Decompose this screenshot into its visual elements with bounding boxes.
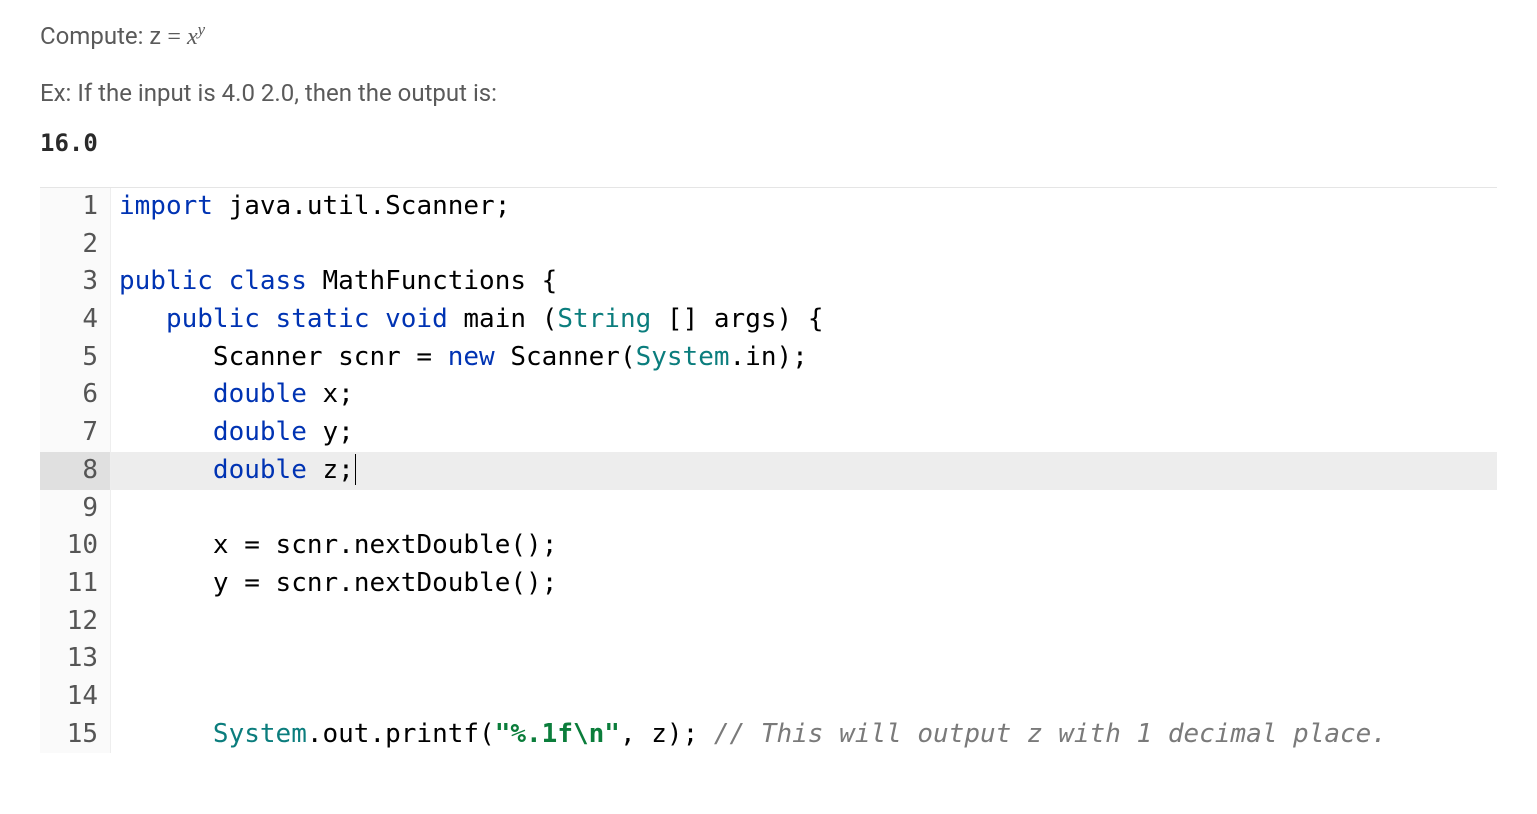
example-label: Ex: If the input is 4.0 2.0, then the ou… — [40, 79, 1497, 107]
code-line[interactable]: 5 Scanner scnr = new Scanner(System.in); — [40, 339, 1497, 377]
code-line[interactable]: 4 public static void main (String [] arg… — [40, 301, 1497, 339]
equation: z = xy — [149, 24, 205, 50]
code-line[interactable]: 6 double x; — [40, 376, 1497, 414]
problem-statement: Compute: z = xy — [40, 20, 1497, 51]
code-line[interactable]: 13 — [40, 640, 1497, 678]
code-line[interactable]: 7 double y; — [40, 414, 1497, 452]
line-number: 15 — [40, 716, 110, 754]
code-line[interactable]: 10 x = scnr.nextDouble(); — [40, 527, 1497, 565]
problem-prefix: Compute: — [40, 22, 149, 50]
example-output: 16.0 — [40, 129, 1497, 157]
code-content[interactable] — [110, 490, 1497, 528]
code-line[interactable]: 14 — [40, 678, 1497, 716]
code-content[interactable]: x = scnr.nextDouble(); — [110, 527, 1497, 565]
code-content[interactable] — [110, 603, 1497, 641]
line-number: 13 — [40, 640, 110, 678]
line-number: 4 — [40, 301, 110, 339]
line-number: 6 — [40, 376, 110, 414]
code-content[interactable] — [110, 678, 1497, 716]
text-cursor — [355, 454, 356, 485]
line-number: 14 — [40, 678, 110, 716]
line-number: 10 — [40, 527, 110, 565]
line-number: 11 — [40, 565, 110, 603]
code-line[interactable]: 15 System.out.printf("%.1f\n", z); // Th… — [40, 716, 1497, 754]
code-line[interactable]: 3public class MathFunctions { — [40, 263, 1497, 301]
code-content[interactable] — [110, 226, 1497, 264]
code-content[interactable]: public static void main (String [] args)… — [110, 301, 1497, 339]
line-number: 9 — [40, 490, 110, 528]
code-line[interactable]: 9 — [40, 490, 1497, 528]
line-number: 12 — [40, 603, 110, 641]
line-number: 1 — [40, 188, 110, 226]
line-number: 5 — [40, 339, 110, 377]
code-content[interactable] — [110, 640, 1497, 678]
code-content[interactable]: double z; — [110, 452, 1497, 490]
code-line[interactable]: 1import java.util.Scanner; — [40, 188, 1497, 226]
code-content[interactable]: double x; — [110, 376, 1497, 414]
line-number: 2 — [40, 226, 110, 264]
line-number: 8 — [40, 452, 110, 490]
code-line[interactable]: 8 double z; — [40, 452, 1497, 490]
code-content[interactable]: double y; — [110, 414, 1497, 452]
code-content[interactable]: import java.util.Scanner; — [110, 188, 1497, 226]
code-editor[interactable]: 1import java.util.Scanner;23public class… — [40, 187, 1497, 753]
code-content[interactable]: y = scnr.nextDouble(); — [110, 565, 1497, 603]
line-number: 3 — [40, 263, 110, 301]
code-content[interactable]: public class MathFunctions { — [110, 263, 1497, 301]
code-content[interactable]: System.out.printf("%.1f\n", z); // This … — [110, 716, 1497, 754]
code-line[interactable]: 2 — [40, 226, 1497, 264]
code-line[interactable]: 11 y = scnr.nextDouble(); — [40, 565, 1497, 603]
code-content[interactable]: Scanner scnr = new Scanner(System.in); — [110, 339, 1497, 377]
code-line[interactable]: 12 — [40, 603, 1497, 641]
line-number: 7 — [40, 414, 110, 452]
